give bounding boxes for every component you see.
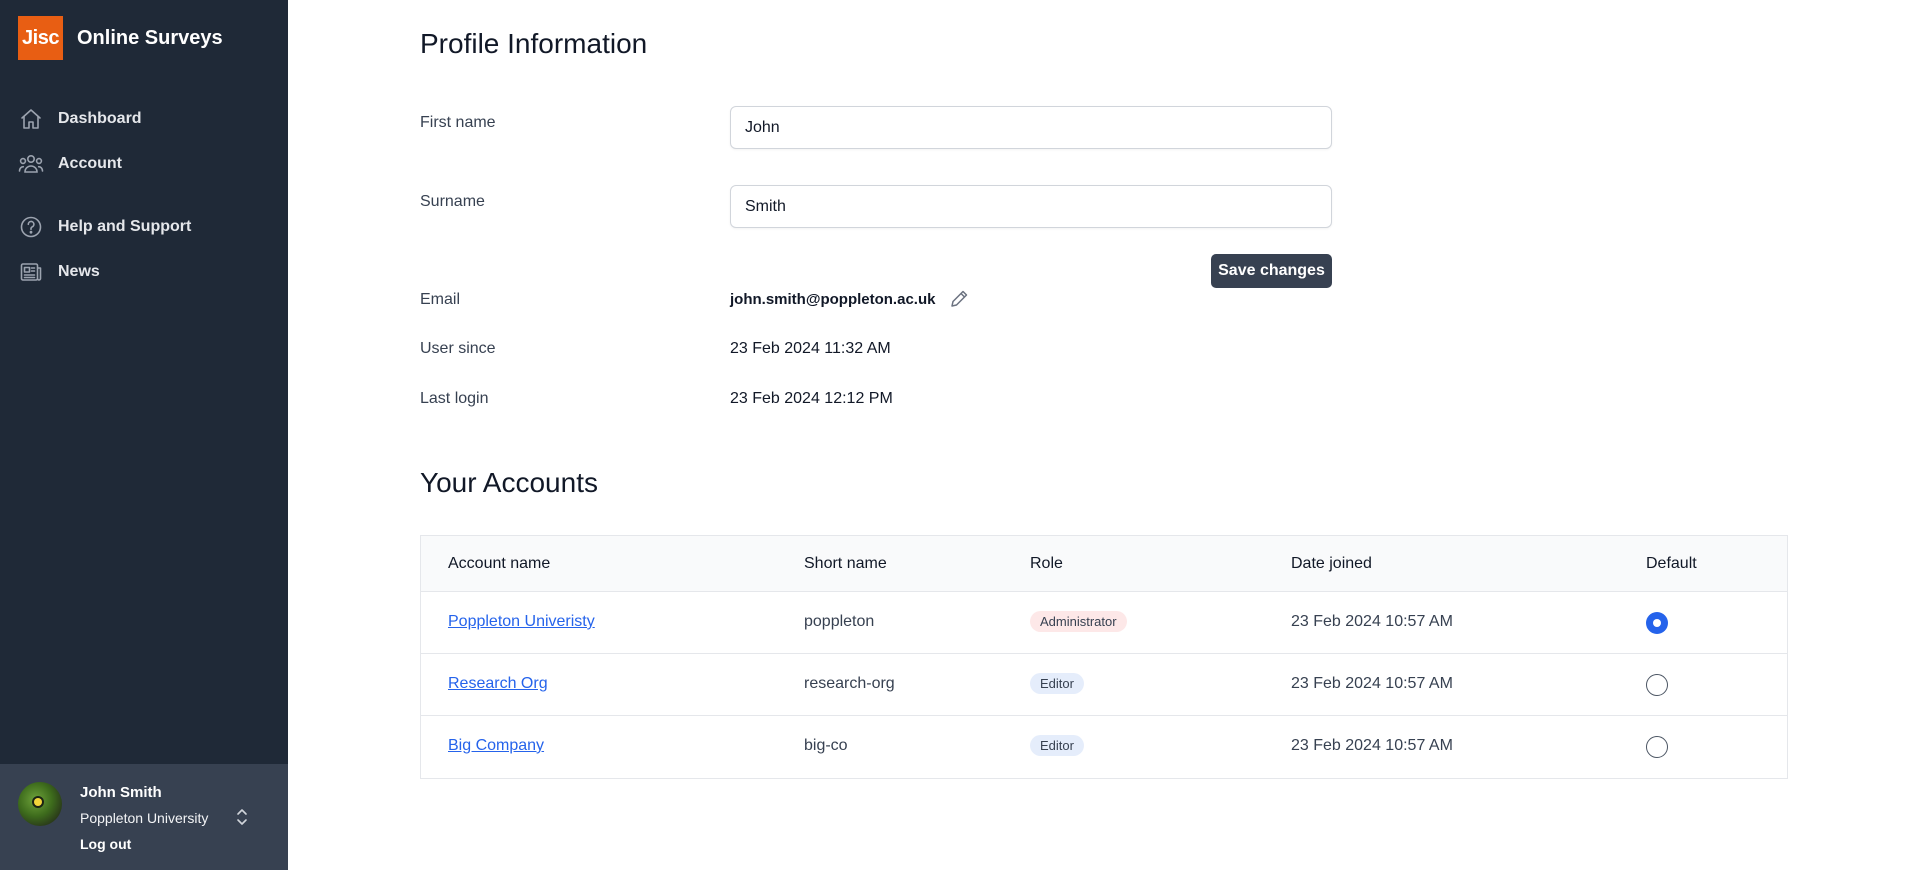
role-badge: Administrator <box>1030 611 1127 632</box>
brand[interactable]: Jisc Online Surveys <box>18 16 223 60</box>
sidebar-item-help[interactable]: Help and Support <box>18 212 191 242</box>
column-header-account-name: Account name <box>448 555 551 572</box>
column-header-role: Role <box>1030 555 1063 572</box>
date-joined: 23 Feb 2024 10:57 AM <box>1291 675 1453 692</box>
surname-label: Surname <box>420 193 485 210</box>
page-title: Profile Information <box>420 28 648 59</box>
role-badge: Editor <box>1030 673 1084 694</box>
column-header-short-name: Short name <box>804 555 887 572</box>
default-radio[interactable] <box>1646 674 1668 696</box>
sidebar-item-label: Account <box>58 155 122 172</box>
table-row: Big Company big-co Editor 23 Feb 2024 10… <box>421 716 1787 778</box>
user-since-label: User since <box>420 340 496 357</box>
jisc-logo: Jisc <box>18 16 63 60</box>
avatar[interactable] <box>18 782 62 826</box>
users-icon <box>18 151 44 177</box>
sidebar-item-label: Help and Support <box>58 218 192 235</box>
default-radio[interactable] <box>1646 736 1668 758</box>
sidebar-item-account[interactable]: Account <box>18 149 122 179</box>
date-joined: 23 Feb 2024 10:57 AM <box>1291 737 1453 754</box>
table-row: Poppleton Univeristy poppleton Administr… <box>421 592 1787 654</box>
table-header: Account name Short name Role Date joined… <box>421 536 1787 592</box>
table-row: Research Org research-org Editor 23 Feb … <box>421 654 1787 716</box>
user-org: Poppleton University <box>80 810 209 826</box>
date-joined: 23 Feb 2024 10:57 AM <box>1291 613 1453 630</box>
accounts-title: Your Accounts <box>420 467 598 498</box>
last-login-label: Last login <box>420 390 489 407</box>
account-name-link[interactable]: Research Org <box>448 675 548 693</box>
sidebar: Jisc Online Surveys Dashboard Account He… <box>0 0 288 870</box>
short-name: big-co <box>804 737 848 754</box>
email-value: john.smith@poppleton.ac.uk <box>730 291 936 308</box>
home-icon <box>18 106 44 132</box>
logout-link[interactable]: Log out <box>80 836 131 852</box>
sidebar-item-news[interactable]: News <box>18 257 100 287</box>
short-name: poppleton <box>804 613 875 630</box>
sidebar-item-label: News <box>58 263 100 280</box>
email-label: Email <box>420 291 461 308</box>
column-header-date-joined: Date joined <box>1291 555 1372 572</box>
sidebar-item-label: Dashboard <box>58 110 142 127</box>
last-login-value: 23 Feb 2024 12:12 PM <box>730 390 893 407</box>
accounts-table: Account name Short name Role Date joined… <box>420 535 1788 779</box>
user-panel: John Smith Poppleton University Log out <box>0 764 288 870</box>
question-circle-icon <box>18 214 44 240</box>
column-header-default: Default <box>1646 555 1697 572</box>
save-button[interactable]: Save changes <box>1211 254 1332 288</box>
surname-field[interactable] <box>730 185 1332 228</box>
newspaper-icon <box>18 259 44 285</box>
pencil-icon[interactable] <box>948 288 970 310</box>
app-name: Online Surveys <box>77 26 223 49</box>
account-name-link[interactable]: Big Company <box>448 737 544 755</box>
first-name-field[interactable] <box>730 106 1332 149</box>
user-name: John Smith <box>80 784 162 801</box>
chevron-up-down-icon[interactable] <box>234 806 250 828</box>
first-name-label: First name <box>420 114 496 131</box>
default-radio[interactable] <box>1646 612 1668 634</box>
user-since-value: 23 Feb 2024 11:32 AM <box>730 340 891 357</box>
role-badge: Editor <box>1030 735 1084 756</box>
sidebar-item-dashboard[interactable]: Dashboard <box>18 104 142 134</box>
short-name: research-org <box>804 675 895 692</box>
account-name-link[interactable]: Poppleton Univeristy <box>448 613 595 631</box>
